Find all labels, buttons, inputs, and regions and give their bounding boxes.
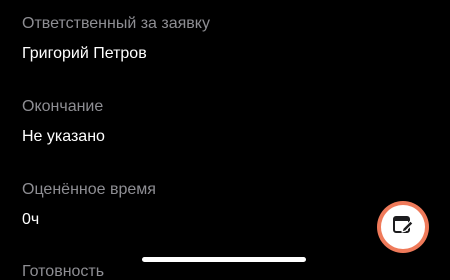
edit-note-icon	[391, 213, 415, 242]
estimated-time-label: Оценённое время	[22, 181, 156, 198]
responsible-label: Ответственный за заявку	[22, 15, 210, 32]
home-indicator[interactable]	[142, 257, 306, 262]
end-date-value[interactable]: Не указано	[22, 129, 105, 145]
readiness-label: Готовность	[22, 263, 105, 280]
end-date-label: Окончание	[22, 98, 104, 115]
responsible-value[interactable]: Григорий Петров	[22, 46, 147, 62]
edit-button[interactable]	[377, 201, 429, 253]
edit-button-face[interactable]	[381, 205, 425, 249]
estimated-time-value[interactable]: 0ч	[22, 212, 39, 228]
